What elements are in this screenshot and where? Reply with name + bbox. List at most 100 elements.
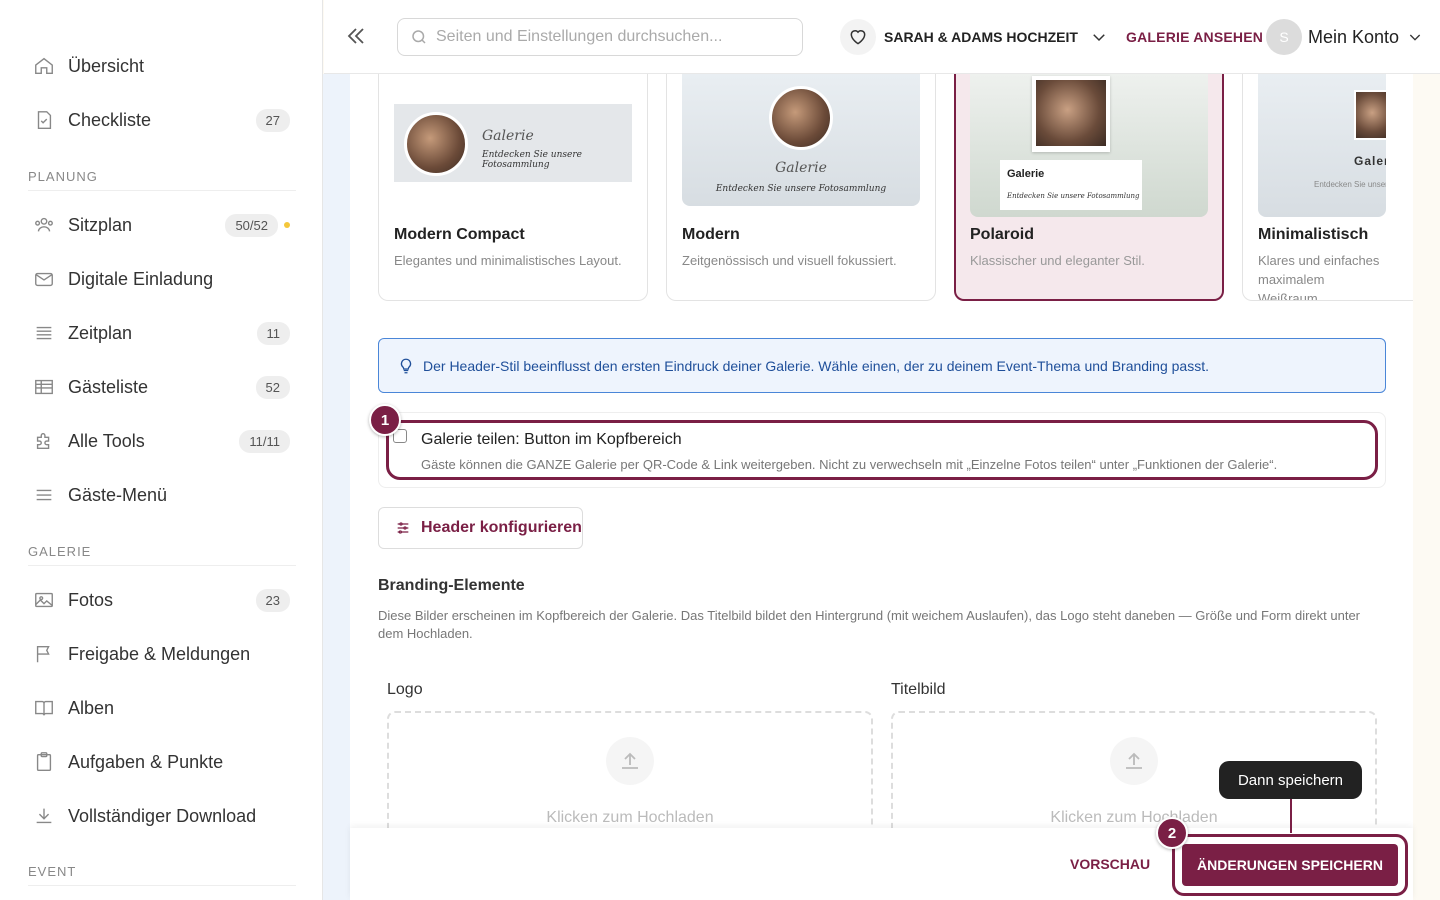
event-selector[interactable]: SARAH & ADAMS HOCHZEIT <box>840 18 1108 56</box>
sidebar-item-invitation[interactable]: Digitale Einladung <box>24 259 296 299</box>
configure-header-button[interactable]: Header konfigurieren <box>378 507 583 549</box>
thumbnail-subtitle: Entdecken Sie unsere <box>1314 180 1386 189</box>
card-description: Elegantes und minimalistisches Layout. <box>394 253 622 268</box>
sidebar-item-guestlist[interactable]: Gästeliste 52 <box>24 367 296 407</box>
clipboard-icon <box>24 751 64 773</box>
status-dot <box>284 222 290 228</box>
heart-icon <box>840 19 876 55</box>
logo-label: Logo <box>387 681 423 698</box>
sidebar-item-overview[interactable]: Übersicht <box>24 46 296 86</box>
upload-icon <box>606 737 654 785</box>
account-label: Mein Konto <box>1308 26 1400 47</box>
card-title: Polaroid <box>970 226 1035 243</box>
tutorial-step-badge: 2 <box>1156 817 1188 849</box>
couple-photo <box>1354 90 1386 140</box>
sidebar-item-albums[interactable]: Alben <box>24 688 296 728</box>
document-check-icon <box>24 109 64 131</box>
search-input[interactable]: Seiten und Einstellungen durchsuchen... <box>397 18 803 56</box>
sidebar-item-schedule[interactable]: Zeitplan 11 <box>24 313 296 353</box>
card-description: Klares und einfaches maximalem Weißraum <box>1258 253 1380 301</box>
count-badge: 50/52 <box>225 213 278 237</box>
card-title: Modern Compact <box>394 226 525 243</box>
thumbnail-subtitle: Entdecken Sie unsere Fotosammlung <box>1007 192 1140 200</box>
mail-icon <box>24 268 64 290</box>
thumbnail-title: Galerie <box>1007 168 1045 180</box>
thumbnail-title: Galerie <box>775 160 827 176</box>
count-badge: 52 <box>255 375 290 399</box>
sidebar-item-photos[interactable]: Fotos 23 <box>24 580 296 620</box>
home-icon <box>24 55 64 77</box>
header-style-card-minimalist[interactable]: Galer Entdecken Sie unsere Minimalistisc… <box>1242 74 1413 301</box>
sidebar-item-label: Sitzplan <box>68 214 133 235</box>
sidebar-item-label: Zeitplan <box>68 322 133 343</box>
puzzle-icon <box>24 430 64 452</box>
sidebar-item-label: Fotos <box>68 589 114 610</box>
tooltip-connector <box>1290 799 1292 833</box>
table-icon <box>24 376 64 398</box>
sidebar-item-download[interactable]: Vollständiger Download <box>24 796 296 836</box>
collapse-sidebar-icon[interactable] <box>344 24 368 53</box>
page-background <box>1413 74 1440 900</box>
section-label-planning: PLANUNG <box>28 169 296 191</box>
people-icon <box>24 214 64 236</box>
search-icon <box>412 30 426 44</box>
top-bar: Seiten und Einstellungen durchsuchen... … <box>324 0 1440 74</box>
sidebar-item-label: Freigabe & Meldungen <box>68 643 251 664</box>
image-icon <box>24 589 64 611</box>
action-bar: VORSCHAU ÄNDERUNGEN SPEICHERN 2 <box>350 817 1413 900</box>
info-hint-text: Der Header-Stil beeinflusst den ersten E… <box>423 357 1209 374</box>
header-style-card-modern[interactable]: Galerie Entdecken Sie unsere Fotosammlun… <box>666 74 936 301</box>
thumbnail-title: Galerie <box>482 128 534 144</box>
header-style-card-polaroid[interactable]: Galerie Entdecken Sie unsere Fotosammlun… <box>954 74 1224 301</box>
style-thumbnail: Galerie Entdecken Sie unsere Fotosammlun… <box>970 74 1208 217</box>
sidebar-item-label: Digitale Einladung <box>68 268 214 289</box>
header-style-card-modern-compact[interactable]: Galerie Entdecken Sie unsere Fotosammlun… <box>378 74 648 301</box>
count-badge: 23 <box>255 588 290 612</box>
style-thumbnail: Galer Entdecken Sie unsere <box>1258 74 1386 217</box>
sidebar-item-label: Gästeliste <box>68 376 149 397</box>
page-background <box>323 74 350 900</box>
configure-header-label: Header konfigurieren <box>421 519 582 536</box>
sidebar: Übersicht Checkliste 27 PLANUNG Sitzplan… <box>0 0 323 900</box>
view-gallery-link[interactable]: GALERIE ANSEHEN <box>1126 29 1263 45</box>
couple-photo <box>404 112 468 176</box>
sidebar-item-label: Vollständiger Download <box>68 805 257 826</box>
sidebar-item-label: Gäste-Menü <box>68 484 168 505</box>
avatar: S <box>1266 19 1302 55</box>
tutorial-tooltip: Dann speichern <box>1219 761 1362 799</box>
sidebar-item-tasks[interactable]: Aufgaben & Punkte <box>24 742 296 782</box>
sidebar-item-approval[interactable]: Freigabe & Meldungen <box>24 634 296 674</box>
thumbnail-subtitle: Entdecken Sie unsere Fotosammlung <box>482 150 582 170</box>
book-icon <box>24 697 64 719</box>
flag-icon <box>24 643 64 665</box>
menu-icon <box>24 484 64 506</box>
sidebar-item-checklist[interactable]: Checkliste 27 <box>24 100 296 140</box>
info-hint: Der Header-Stil beeinflusst den ersten E… <box>378 338 1386 393</box>
sidebar-item-tools[interactable]: Alle Tools 11/11 <box>24 421 296 461</box>
couple-photo <box>769 86 833 150</box>
style-thumbnail: Galerie Entdecken Sie unsere Fotosammlun… <box>394 74 632 217</box>
couple-photo <box>1036 80 1106 146</box>
sidebar-item-guest-menu[interactable]: Gäste-Menü <box>24 475 296 515</box>
card-title: Modern <box>682 226 740 243</box>
account-menu[interactable]: S Mein Konto <box>1266 18 1423 56</box>
preview-button[interactable]: VORSCHAU <box>1070 856 1150 872</box>
thumbnail-title: Galer <box>1354 154 1386 168</box>
upload-text: Klicken zum Hochladen <box>546 809 714 826</box>
chevron-down-icon <box>1093 34 1105 42</box>
search-placeholder: Seiten und Einstellungen durchsuchen... <box>436 28 723 45</box>
card-description: Zeitgenössisch und visuell fokussiert. <box>682 253 897 268</box>
thumbnail-subtitle: Entdecken Sie unsere Fotosammlung <box>715 184 887 194</box>
tutorial-step-badge: 1 <box>369 404 401 436</box>
event-name: SARAH & ADAMS HOCHZEIT <box>884 29 1078 45</box>
section-label-event: EVENT <box>28 864 296 886</box>
save-changes-button[interactable]: ÄNDERUNGEN SPEICHERN <box>1182 844 1398 886</box>
branding-title: Branding-Elemente <box>378 577 525 594</box>
sidebar-item-label: Übersicht <box>68 55 145 76</box>
card-title: Minimalistisch <box>1258 226 1369 243</box>
sidebar-item-seating[interactable]: Sitzplan 50/52 <box>24 205 296 245</box>
section-label-gallery: GALERIE <box>28 544 296 566</box>
count-badge: 27 <box>255 108 290 132</box>
style-thumbnail: Galerie Entdecken Sie unsere Fotosammlun… <box>682 74 920 206</box>
upload-icon <box>1110 737 1158 785</box>
